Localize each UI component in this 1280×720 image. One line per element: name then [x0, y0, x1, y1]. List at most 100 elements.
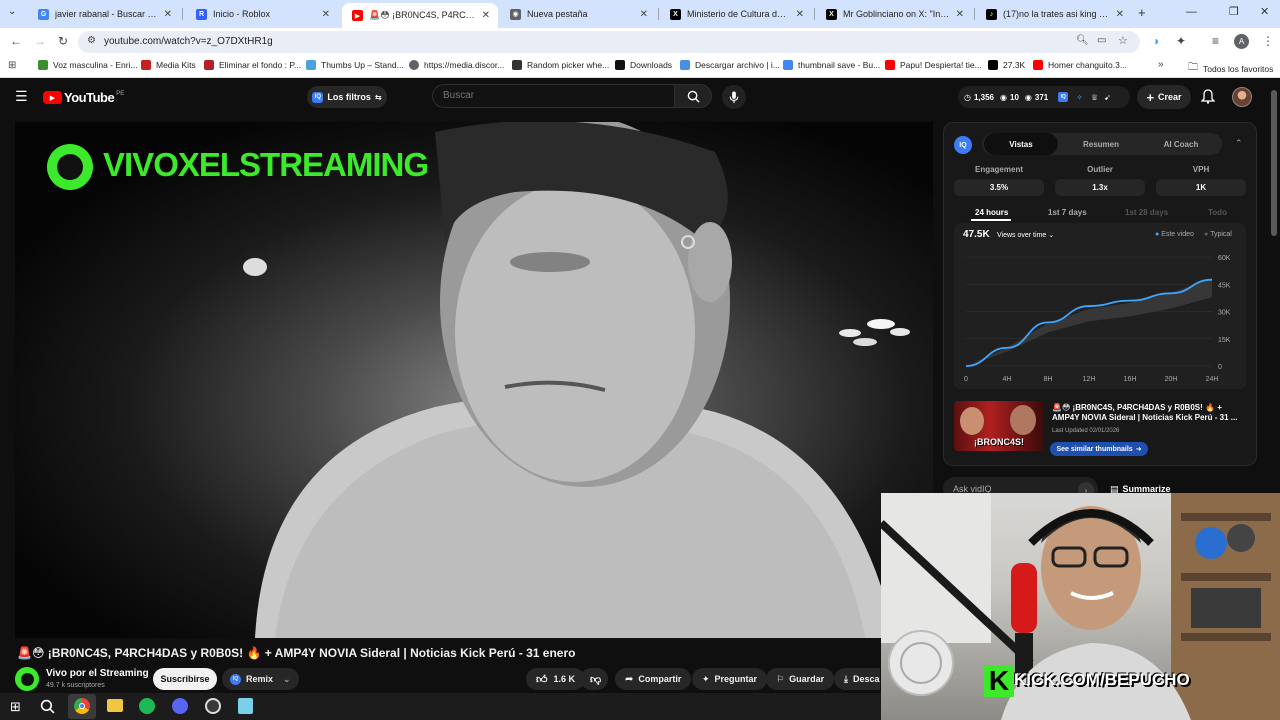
- video-player[interactable]: VIVOXELSTREAMING: [15, 122, 933, 638]
- close-icon[interactable]: ✕: [322, 9, 330, 20]
- close-icon[interactable]: ✕: [796, 9, 804, 20]
- notepad-icon[interactable]: [238, 698, 253, 714]
- tab-youtube-active[interactable]: ▶ 🚨😳 ¡BR0NC4S, P4RCH4DAS y R0B0S! ✕: [342, 3, 498, 28]
- obs-icon[interactable]: [205, 698, 221, 714]
- tab-new-tab[interactable]: ◉ Nueva pestaña ✕: [500, 3, 656, 25]
- bookmark-item[interactable]: Homer changuito.3...: [1033, 60, 1127, 70]
- back-arrow-icon[interactable]: ←: [10, 34, 22, 48]
- windows-start-icon[interactable]: ⊞: [10, 699, 21, 715]
- save-button[interactable]: ⚐ Guardar: [766, 668, 835, 690]
- tab-summary[interactable]: Resumen: [1064, 133, 1138, 155]
- youtube-play-icon: ▶: [43, 91, 62, 104]
- bookmark-favicon-icon: [512, 60, 522, 70]
- subscribe-button[interactable]: Suscribirse: [153, 668, 217, 690]
- discord-icon[interactable]: [172, 698, 188, 714]
- channel-avatar[interactable]: [15, 667, 39, 691]
- thumbs-down-icon: 👎︎: [590, 673, 602, 686]
- cast-icon[interactable]: ▭: [1097, 35, 1106, 46]
- voice-search-button[interactable]: [722, 85, 746, 109]
- like-button[interactable]: 👍︎ 1.6 K: [526, 668, 586, 690]
- share-button[interactable]: ➦ Compartir: [615, 668, 692, 690]
- bookmark-item[interactable]: Downloads: [615, 60, 672, 70]
- bookmark-item[interactable]: Thumbs Up – Stand...: [306, 60, 404, 70]
- reading-list-icon[interactable]: ≡: [1212, 34, 1219, 48]
- bookmark-item[interactable]: Descargar archivo | i...: [680, 60, 780, 70]
- taskbar-search-icon[interactable]: [40, 699, 55, 714]
- bookmark-star-icon[interactable]: ☆: [1118, 34, 1128, 47]
- similar-thumbnails-button[interactable]: See similar thumbnails ➜: [1050, 442, 1148, 456]
- bookmark-item[interactable]: Random picker whe...: [512, 60, 609, 70]
- taskbar-chrome-active[interactable]: [68, 694, 96, 719]
- share-arrow-icon: ➦: [625, 673, 634, 685]
- channel-name[interactable]: Vivo por el Streaming: [46, 668, 149, 679]
- search-button[interactable]: [674, 84, 712, 108]
- search-input[interactable]: [443, 90, 663, 101]
- close-icon[interactable]: ✕: [164, 9, 172, 20]
- close-icon[interactable]: ✕: [640, 9, 648, 20]
- more-bookmarks-chevron-icon[interactable]: »: [1158, 59, 1164, 70]
- address-bar[interactable]: ⚙ youtube.com/watch?v=z_O7DXtHR1g 🔍︎ ▭ ☆: [78, 31, 1140, 53]
- tab-ai-coach[interactable]: AI Coach: [1144, 133, 1218, 155]
- youtube-logo[interactable]: ▶ YouTube PE: [43, 90, 124, 105]
- reload-icon[interactable]: ↻: [58, 34, 68, 48]
- tab-x-ministerio[interactable]: X Ministerio de Cultura del Perú on X ✕: [660, 3, 812, 25]
- range-28-days[interactable]: 1st 28 days: [1125, 208, 1168, 217]
- vidiq-icon: IQ: [312, 91, 324, 103]
- range-24h[interactable]: 24 hours: [975, 208, 1008, 217]
- dislike-button[interactable]: 👎︎: [580, 668, 609, 690]
- close-icon[interactable]: ✕: [956, 9, 964, 20]
- stat-value: 10: [1010, 92, 1019, 102]
- bookmark-item[interactable]: thumbnail save - Bu...: [783, 60, 880, 70]
- bookmark-item[interactable]: Eliminar el fondo : P...: [204, 60, 301, 70]
- zoom-icon[interactable]: 🔍︎: [1076, 35, 1089, 46]
- all-bookmarks-folder[interactable]: 🗀 Todos los favoritos: [1188, 60, 1273, 77]
- tab-views[interactable]: Vistas: [984, 133, 1058, 155]
- profile-avatar[interactable]: A: [1234, 34, 1249, 49]
- series-this-video-line: [965, 278, 1213, 367]
- tab-tiktok[interactable]: ♪ (17)no la trates asi king #milena ✕: [976, 3, 1132, 25]
- restore-icon[interactable]: ❐: [1229, 5, 1239, 18]
- tab-google-search[interactable]: G javier rabanal - Buscar con Google ✕: [28, 3, 180, 25]
- vidiq-stats-bar[interactable]: ◷ 1,356 ◉ 10 ◉ 371 IQ ✧ ♕ ➹: [958, 86, 1130, 108]
- sparkle-icon: ✦: [702, 673, 710, 684]
- site-info-icon[interactable]: ⚙: [87, 35, 96, 46]
- close-icon[interactable]: ✕: [1116, 9, 1124, 20]
- spotify-icon[interactable]: [139, 698, 155, 714]
- close-window-icon[interactable]: ✕: [1260, 5, 1269, 18]
- bookmark-label: Thumbs Up – Stand...: [321, 60, 404, 70]
- bookmark-label: Descargar archivo | i...: [695, 60, 780, 70]
- extensions-puzzle-icon[interactable]: ✦: [1176, 34, 1186, 48]
- bookmark-item[interactable]: 27.3K: [988, 60, 1025, 70]
- tab-roblox[interactable]: R Inicio - Roblox ✕: [186, 3, 338, 25]
- file-explorer-icon[interactable]: [107, 699, 123, 712]
- collapse-chevron-icon[interactable]: ⌃: [1235, 138, 1243, 149]
- tab-x-goblinciano[interactable]: X Mr Goblinciano on X: "Indignante ✕: [816, 3, 972, 25]
- tab-title: Ministerio de Cultura del Perú on X: [687, 9, 790, 19]
- page-scrollbar-thumb[interactable]: [1271, 90, 1277, 236]
- bookmark-item[interactable]: Voz masculina - Enri...: [38, 60, 138, 70]
- ask-button[interactable]: ✦ Preguntar: [692, 668, 768, 690]
- range-7-days[interactable]: 1st 7 days: [1048, 208, 1087, 217]
- extension-vidiq-icon[interactable]: ◑: [1152, 34, 1159, 48]
- create-button[interactable]: + Crear: [1137, 85, 1191, 109]
- minimize-icon[interactable]: —: [1186, 6, 1197, 18]
- hamburger-menu-icon[interactable]: ☰: [15, 88, 28, 105]
- tab-search-chevron-icon[interactable]: ⌄: [8, 6, 16, 17]
- remix-button[interactable]: IQ Remix ⌄: [222, 668, 299, 690]
- bookmark-item[interactable]: Papu! Despierta! tie...: [885, 60, 982, 70]
- menu-kebab-icon[interactable]: ⋮: [1262, 34, 1274, 48]
- bookmark-item[interactable]: https://media.discor...: [409, 60, 504, 70]
- filters-button[interactable]: IQ Los filtros ⇆: [307, 86, 387, 108]
- bookmark-item[interactable]: Media Kits: [141, 60, 196, 70]
- notifications-bell-icon[interactable]: [1201, 89, 1215, 104]
- forward-arrow-icon[interactable]: →: [34, 34, 46, 48]
- search-box[interactable]: [432, 84, 674, 108]
- range-all[interactable]: Todo: [1208, 208, 1227, 217]
- new-tab-plus-icon[interactable]: +: [1138, 5, 1146, 20]
- user-avatar[interactable]: [1232, 87, 1252, 107]
- arrow-right-icon: ➜: [1135, 446, 1142, 453]
- apps-grid-icon[interactable]: ⊞: [8, 60, 16, 71]
- download-button[interactable]: ⤓ Descargar: [834, 668, 880, 690]
- close-icon[interactable]: ✕: [482, 10, 490, 21]
- video-thumbnail[interactable]: ¡BRONC4S!: [954, 401, 1044, 451]
